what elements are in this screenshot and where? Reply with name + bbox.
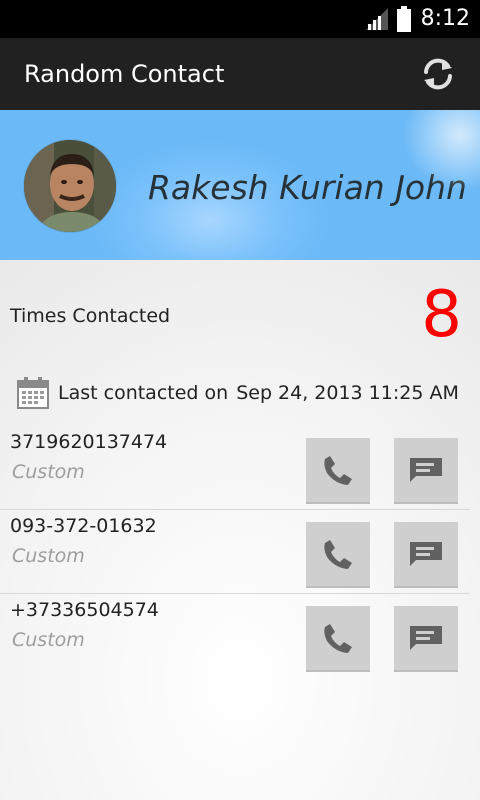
last-contacted-date: Sep 24, 2013 11:25 AM: [236, 382, 459, 404]
last-contacted: Last contacted on Sep 24, 2013 11:25 AM: [58, 381, 459, 405]
call-button[interactable]: [306, 522, 370, 588]
last-contacted-label: Last contacted on: [58, 382, 229, 404]
message-button[interactable]: [394, 522, 458, 588]
action-bar: Random Contact: [0, 38, 480, 112]
contact-header: Rakesh Kurian John: [0, 110, 480, 260]
phone-number: 093-372-01632: [10, 515, 157, 537]
message-icon: [410, 458, 442, 482]
divider: [0, 593, 470, 594]
phone-type: Custom: [12, 461, 85, 483]
call-button[interactable]: [306, 438, 370, 504]
times-contacted-count: 8: [421, 278, 462, 352]
phone-entry: +37336504574 Custom: [0, 598, 470, 682]
phone-type: Custom: [12, 545, 85, 567]
signal-icon: [366, 8, 388, 30]
message-button[interactable]: [394, 438, 458, 504]
divider: [0, 509, 470, 510]
contact-details: Times Contacted 8 Last contacted on Sep 2…: [0, 260, 480, 800]
times-contacted-label: Times Contacted: [10, 305, 171, 327]
phone-icon: [324, 456, 352, 485]
contact-name: Rakesh Kurian John: [148, 168, 467, 207]
message-button[interactable]: [394, 606, 458, 672]
status-bar: 8:12: [0, 0, 480, 38]
refresh-button[interactable]: [410, 52, 466, 96]
call-button[interactable]: [306, 606, 370, 672]
avatar[interactable]: [24, 140, 116, 232]
phone-entry: 3719620137474 Custom: [0, 430, 470, 514]
avatar-photo: [24, 140, 116, 232]
phone-icon: [324, 540, 352, 569]
phone-type: Custom: [12, 629, 85, 651]
message-icon: [410, 626, 442, 650]
phone-number: 3719620137474: [10, 431, 168, 453]
message-icon: [410, 542, 442, 566]
app-title: Random Contact: [24, 60, 225, 88]
refresh-icon: [424, 58, 452, 90]
phone-entry: 093-372-01632 Custom: [0, 514, 470, 598]
phone-number: +37336504574: [10, 599, 159, 621]
calendar-icon: [17, 377, 49, 409]
battery-icon: [397, 6, 411, 32]
clock: 8:12: [420, 6, 470, 31]
phone-icon: [324, 624, 352, 653]
